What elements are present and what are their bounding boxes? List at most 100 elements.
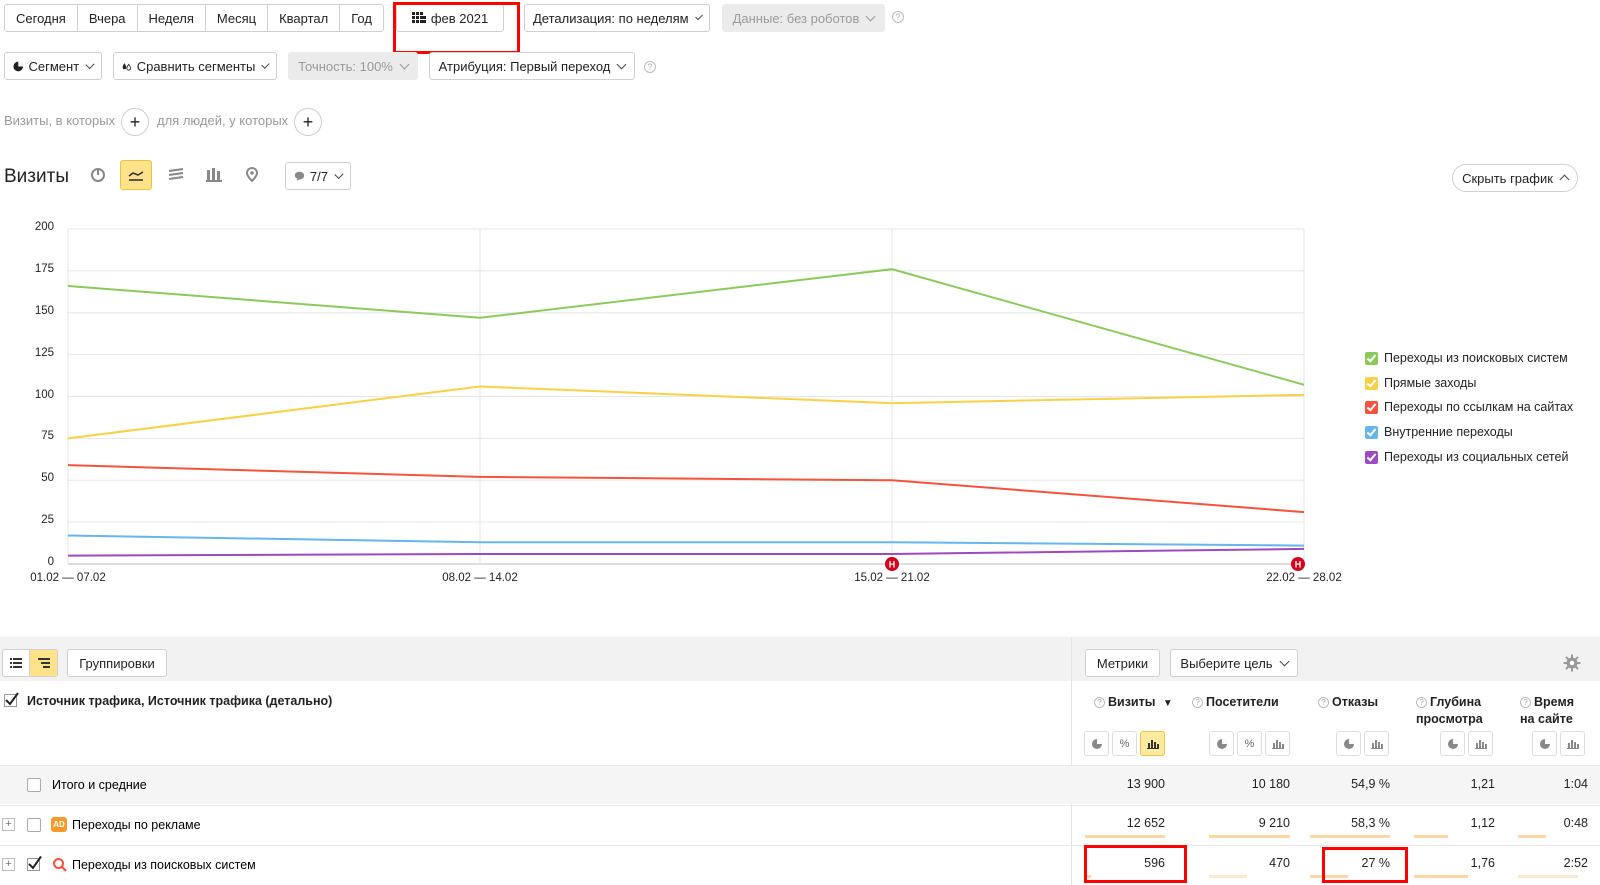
series-line-0	[67, 268, 1305, 386]
series-line-3	[67, 534, 1305, 547]
groupings-button[interactable]: Группировки	[67, 649, 167, 677]
cell-depth: 1,12	[1470, 816, 1495, 830]
visitors-percent-button[interactable]: %	[1237, 731, 1262, 756]
expand-row-button[interactable]: +	[2, 818, 15, 831]
legend-item-search[interactable]: Переходы из поисковых систем	[1365, 351, 1568, 365]
metrics-label: Метрики	[1096, 655, 1149, 671]
period-week[interactable]: Неделя	[138, 5, 206, 31]
help-icon[interactable]: ?	[1520, 697, 1531, 708]
legend-item-direct[interactable]: Прямые заходы	[1365, 376, 1476, 390]
time-bars-button[interactable]	[1560, 731, 1585, 756]
cell-depth: 1,21	[1470, 777, 1495, 791]
add-people-filter-button[interactable]: +	[294, 108, 322, 136]
people-filter-label: для людей, у которых	[157, 113, 289, 128]
checkmark-icon	[4, 692, 19, 707]
pie-icon	[1343, 738, 1354, 749]
period-quarter[interactable]: Квартал	[268, 5, 341, 31]
col-time-header[interactable]: ? Время на сайте	[1520, 694, 1574, 728]
cell-bounces: 54,9 %	[1351, 777, 1390, 791]
list-view-button[interactable]	[3, 650, 31, 676]
tree-view-button[interactable]	[30, 650, 57, 676]
series-line-2	[67, 464, 1305, 514]
line-chart-view-button[interactable]	[120, 160, 152, 190]
compare-segments-button[interactable]: Сравнить сегменты	[113, 52, 277, 80]
help-icon[interactable]: ?	[1318, 697, 1329, 708]
y-tick-label: 75	[41, 430, 54, 443]
area-chart-view-button[interactable]	[160, 160, 192, 190]
series-toggle-button[interactable]: 7/7	[285, 162, 351, 190]
legend-checkbox[interactable]	[1365, 376, 1378, 390]
help-icon[interactable]: ?	[1192, 697, 1203, 708]
bar-chart-icon	[1370, 739, 1383, 749]
legend-checkbox[interactable]	[1365, 351, 1378, 365]
visitors-pie-button[interactable]	[1209, 731, 1234, 756]
metrics-button[interactable]: Метрики	[1085, 649, 1160, 677]
visits-pie-button[interactable]	[1084, 731, 1109, 756]
dimension-header: Источник трафика, Источник трафика (дета…	[27, 694, 333, 708]
chevron-down-icon	[261, 59, 270, 69]
add-visit-filter-button[interactable]: +	[121, 108, 149, 136]
time-pie-button[interactable]	[1532, 731, 1557, 756]
pie-icon	[1539, 738, 1550, 749]
legend-checkbox[interactable]	[1365, 400, 1378, 414]
hide-chart-button[interactable]: Скрыть график	[1452, 164, 1578, 192]
help-icon[interactable]: ?	[1416, 697, 1427, 708]
depth-share-bar	[1414, 875, 1468, 878]
legend-checkbox[interactable]	[1365, 425, 1378, 439]
visitors-bars-button[interactable]	[1265, 731, 1290, 756]
chevron-down-icon	[399, 59, 410, 69]
map-pin-icon	[245, 167, 259, 183]
pie-chart-view-button[interactable]	[82, 160, 114, 190]
row-checkbox[interactable]	[27, 778, 41, 792]
legend-item-internal[interactable]: Внутренние переходы	[1365, 425, 1513, 439]
legend-item-social[interactable]: Переходы из социальных сетей	[1365, 450, 1568, 464]
depth-pie-button[interactable]	[1440, 731, 1465, 756]
cell-visits: 13 900	[1126, 777, 1165, 791]
help-icon[interactable]: ?	[1094, 697, 1105, 708]
bounces-pie-button[interactable]	[1336, 731, 1361, 756]
percent-icon: %	[1119, 737, 1130, 750]
bar-chart-icon	[1566, 739, 1579, 749]
expand-row-button[interactable]: +	[2, 858, 15, 871]
line-chart: НН	[67, 228, 1305, 571]
area-chart-icon	[168, 168, 184, 180]
period-today[interactable]: Сегодня	[5, 5, 78, 31]
chevron-up-icon	[1559, 174, 1570, 185]
line-chart-icon	[128, 171, 144, 181]
data-filter-dropdown[interactable]: Данные: без роботов	[722, 4, 885, 32]
period-year[interactable]: Год	[340, 5, 383, 31]
detail-dropdown[interactable]: Детализация: по неделям	[524, 4, 710, 32]
col-visitors-header[interactable]: ? Посетители	[1192, 694, 1279, 711]
col-visits-header[interactable]: ? Визиты ▼	[1094, 694, 1173, 712]
row-checkbox[interactable]	[27, 855, 43, 875]
detail-dropdown-label: Детализация: по неделям	[533, 10, 689, 26]
bar-chart-view-button[interactable]	[198, 160, 230, 190]
period-yesterday[interactable]: Вчера	[78, 5, 138, 31]
visits-percent-button[interactable]: %	[1112, 731, 1137, 756]
accuracy-dropdown[interactable]: Точность: 100%	[288, 52, 418, 80]
visitors-share-bar	[1209, 875, 1247, 878]
goal-dropdown[interactable]: Выберите цель	[1170, 649, 1298, 677]
period-month[interactable]: Месяц	[206, 5, 269, 31]
chevron-down-icon	[865, 11, 876, 21]
help-icon[interactable]: ?	[892, 11, 904, 23]
bounces-share-bar	[1310, 835, 1390, 838]
attribution-dropdown[interactable]: Атрибуция: Первый переход	[429, 52, 635, 80]
row-checkbox[interactable]	[27, 818, 41, 832]
legend-item-links[interactable]: Переходы по ссылкам на сайтах	[1365, 400, 1573, 414]
help-icon[interactable]: ?	[644, 61, 656, 73]
dimension-checkbox[interactable]	[4, 692, 19, 707]
cell-bounces: 58,3 %	[1351, 816, 1390, 830]
visits-bars-button[interactable]	[1140, 731, 1165, 756]
segment-button[interactable]: Сегмент	[4, 52, 102, 80]
depth-bars-button[interactable]	[1468, 731, 1493, 756]
bar-chart-icon	[1474, 739, 1487, 749]
legend-label: Переходы по ссылкам на сайтах	[1384, 400, 1574, 414]
cell-visitors: 10 180	[1251, 777, 1290, 791]
col-bounces-header[interactable]: ? Отказы	[1318, 694, 1378, 711]
col-depth-header[interactable]: ? Глубина просмотра	[1416, 694, 1483, 728]
settings-gear-icon[interactable]	[1563, 654, 1581, 675]
map-view-button[interactable]	[236, 160, 268, 190]
legend-checkbox[interactable]	[1365, 450, 1378, 464]
bounces-bars-button[interactable]	[1364, 731, 1389, 756]
